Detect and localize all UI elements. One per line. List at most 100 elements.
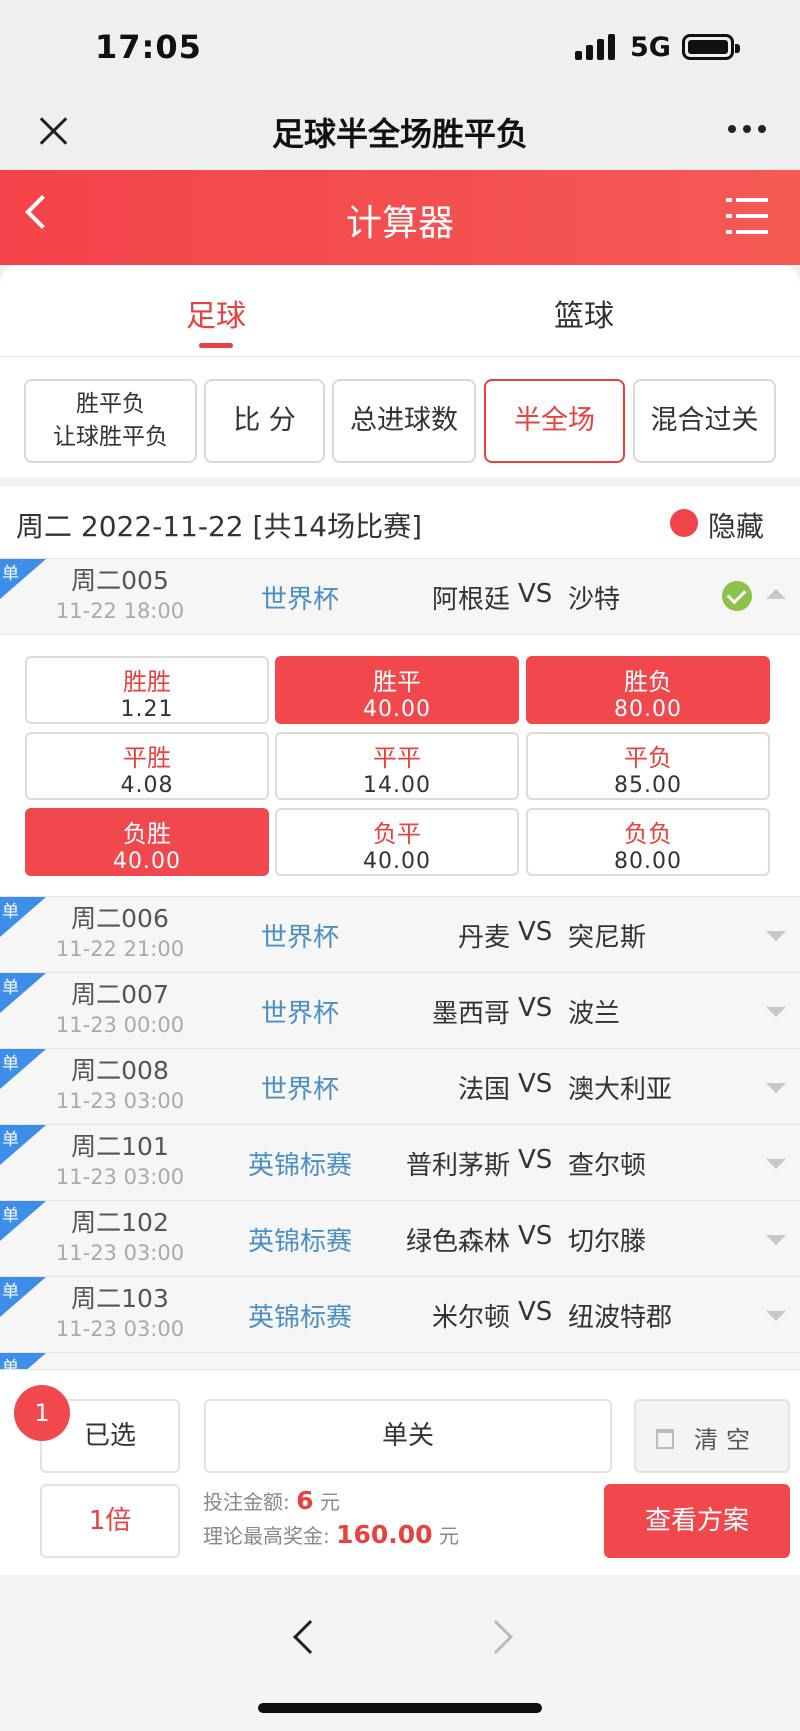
match-row[interactable]: 单 周二103 11-23 03:00 英锦标赛 米尔顿 VS 纽波特郡 (0, 1277, 800, 1353)
tab-basketball[interactable]: 篮球 (484, 291, 684, 335)
match-time: 11-23 03:00 (55, 1241, 185, 1265)
match-time: 11-23 03:00 (55, 1089, 185, 1113)
chevron-down-icon[interactable] (766, 1007, 786, 1017)
home-indicator[interactable] (258, 1703, 542, 1713)
odd-value: 40.00 (363, 849, 431, 874)
odd-draw-lose[interactable]: 平负 85.00 (526, 732, 770, 800)
clear-label: 清空 (694, 1426, 758, 1454)
date-header: 周二 2022-11-22 [共14场比赛] 隐藏 (0, 487, 800, 559)
vs-label: VS (518, 1145, 553, 1175)
odd-label: 胜胜 (123, 668, 171, 696)
odd-lose-win[interactable]: 负胜 40.00 (25, 808, 269, 876)
match-code: 周二102 (71, 1208, 169, 1237)
away-team: 突尼斯 (568, 923, 647, 953)
odd-value: 80.00 (614, 697, 682, 722)
match-code: 周二008 (71, 1056, 169, 1085)
match-row[interactable]: 单 周二008 11-23 03:00 世界杯 法国 VS 澳大利亚 (0, 1049, 800, 1125)
odd-draw-win[interactable]: 平胜 4.08 (25, 732, 269, 800)
pass-type-select[interactable]: 单关 (204, 1399, 612, 1473)
vs-label: VS (518, 1069, 553, 1099)
trash-icon (656, 1429, 674, 1449)
odd-lose-draw[interactable]: 负平 40.00 (275, 808, 519, 876)
vs-label: VS (518, 917, 553, 947)
multiple-input[interactable]: 1倍 (40, 1484, 180, 1558)
more-icon[interactable] (728, 125, 768, 135)
menu-icon[interactable] (726, 198, 768, 234)
max-prize-unit: 元 (438, 1524, 459, 1548)
view-plan-button[interactable]: 查看方案 (604, 1484, 790, 1558)
tab-football[interactable]: 足球 (116, 291, 316, 335)
match-code: 周二005 (71, 566, 169, 595)
page-title: 足球半全场胜平负 (271, 115, 528, 153)
battery-icon (682, 34, 740, 60)
away-team: 查尔顿 (568, 1151, 647, 1181)
chevron-up-icon[interactable] (766, 589, 786, 599)
odd-label: 负平 (373, 820, 421, 848)
selected-count-badge: 1 (14, 1385, 70, 1441)
bet-amount-label: 投注金额: (203, 1490, 290, 1514)
chevron-down-icon[interactable] (766, 1311, 786, 1321)
hide-toggle-label[interactable]: 隐藏 (708, 505, 764, 545)
away-team: 波兰 (568, 999, 621, 1029)
status-bar: 17:05 5G (0, 0, 800, 95)
signal-icon (575, 34, 617, 60)
home-team: 丹麦 (457, 923, 510, 953)
nav-back-icon[interactable] (293, 1620, 327, 1654)
single-badge-text: 单 (2, 902, 19, 922)
odd-label: 平平 (373, 744, 421, 772)
chevron-down-icon[interactable] (766, 1083, 786, 1093)
chevron-down-icon[interactable] (766, 1235, 786, 1245)
match-league: 英锦标赛 (247, 1227, 352, 1257)
match-league: 世界杯 (260, 585, 339, 615)
single-badge-text: 单 (2, 1054, 19, 1074)
match-time: 11-23 00:00 (55, 1013, 185, 1037)
odd-win-lose[interactable]: 胜负 80.00 (526, 656, 770, 724)
odd-value: 80.00 (614, 849, 682, 874)
match-row[interactable]: 单 周二007 11-23 00:00 世界杯 墨西哥 VS 波兰 (0, 973, 800, 1049)
odd-lose-lose[interactable]: 负负 80.00 (526, 808, 770, 876)
odd-win-win[interactable]: 胜胜 1.21 (25, 656, 269, 724)
hide-toggle-icon[interactable] (670, 509, 698, 537)
match-row[interactable]: 单 周二101 11-23 03:00 英锦标赛 普利茅斯 VS 查尔顿 (0, 1125, 800, 1201)
chevron-down-icon[interactable] (766, 1159, 786, 1169)
date-text: 周二 2022-11-22 [共14场比赛] (16, 510, 423, 543)
play-type-total-goals[interactable]: 总进球数 (332, 379, 476, 463)
match-row[interactable]: 单 周二104 (0, 1353, 800, 1369)
match-code: 周二101 (71, 1132, 169, 1161)
vs-label: VS (518, 1221, 553, 1251)
tab-underline (199, 343, 233, 348)
check-icon (722, 581, 752, 611)
app-header: 计算器 (0, 170, 800, 265)
match-row[interactable]: 单 周二005 11-22 18:00 世界杯 阿根廷 VS 沙特 (0, 559, 800, 635)
odd-win-draw[interactable]: 胜平 40.00 (275, 656, 519, 724)
play-type-win-draw-lose[interactable]: 胜平负 让球胜平负 (24, 379, 197, 463)
max-prize-label: 理论最高奖金: (203, 1524, 330, 1548)
home-team: 阿根廷 (431, 585, 510, 615)
odd-label: 平负 (624, 744, 672, 772)
play-type-half-full[interactable]: 半全场 (484, 379, 625, 463)
away-team: 切尔滕 (568, 1227, 647, 1257)
match-league: 世界杯 (260, 999, 339, 1029)
match-row[interactable]: 单 周二102 11-23 03:00 英锦标赛 绿色森林 VS 切尔滕 (0, 1201, 800, 1277)
odd-draw-draw[interactable]: 平平 14.00 (275, 732, 519, 800)
odd-value: 40.00 (113, 849, 181, 874)
match-league: 英锦标赛 (247, 1151, 352, 1181)
home-team: 墨西哥 (431, 999, 510, 1029)
clear-button[interactable]: 清空 (634, 1399, 790, 1473)
play-type-score[interactable]: 比 分 (204, 379, 325, 463)
match-league: 世界杯 (260, 1075, 339, 1105)
match-time: 11-22 21:00 (55, 937, 185, 961)
single-badge-text: 单 (2, 564, 19, 584)
play-type-label: 胜平负 (76, 390, 145, 417)
odd-value: 40.00 (363, 697, 431, 722)
chevron-down-icon[interactable] (766, 931, 786, 941)
match-league: 世界杯 (260, 923, 339, 953)
browser-nav-bar (0, 1575, 800, 1731)
app-title: 计算器 (345, 203, 454, 244)
play-type-mixed[interactable]: 混合过关 (633, 379, 776, 463)
vs-label: VS (518, 1297, 553, 1327)
bet-amount-line: 投注金额: 6 元 (203, 1486, 340, 1515)
nav-forward-icon[interactable] (479, 1620, 513, 1654)
home-team: 普利茅斯 (405, 1151, 510, 1181)
match-row[interactable]: 单 周二006 11-22 21:00 世界杯 丹麦 VS 突尼斯 (0, 897, 800, 973)
